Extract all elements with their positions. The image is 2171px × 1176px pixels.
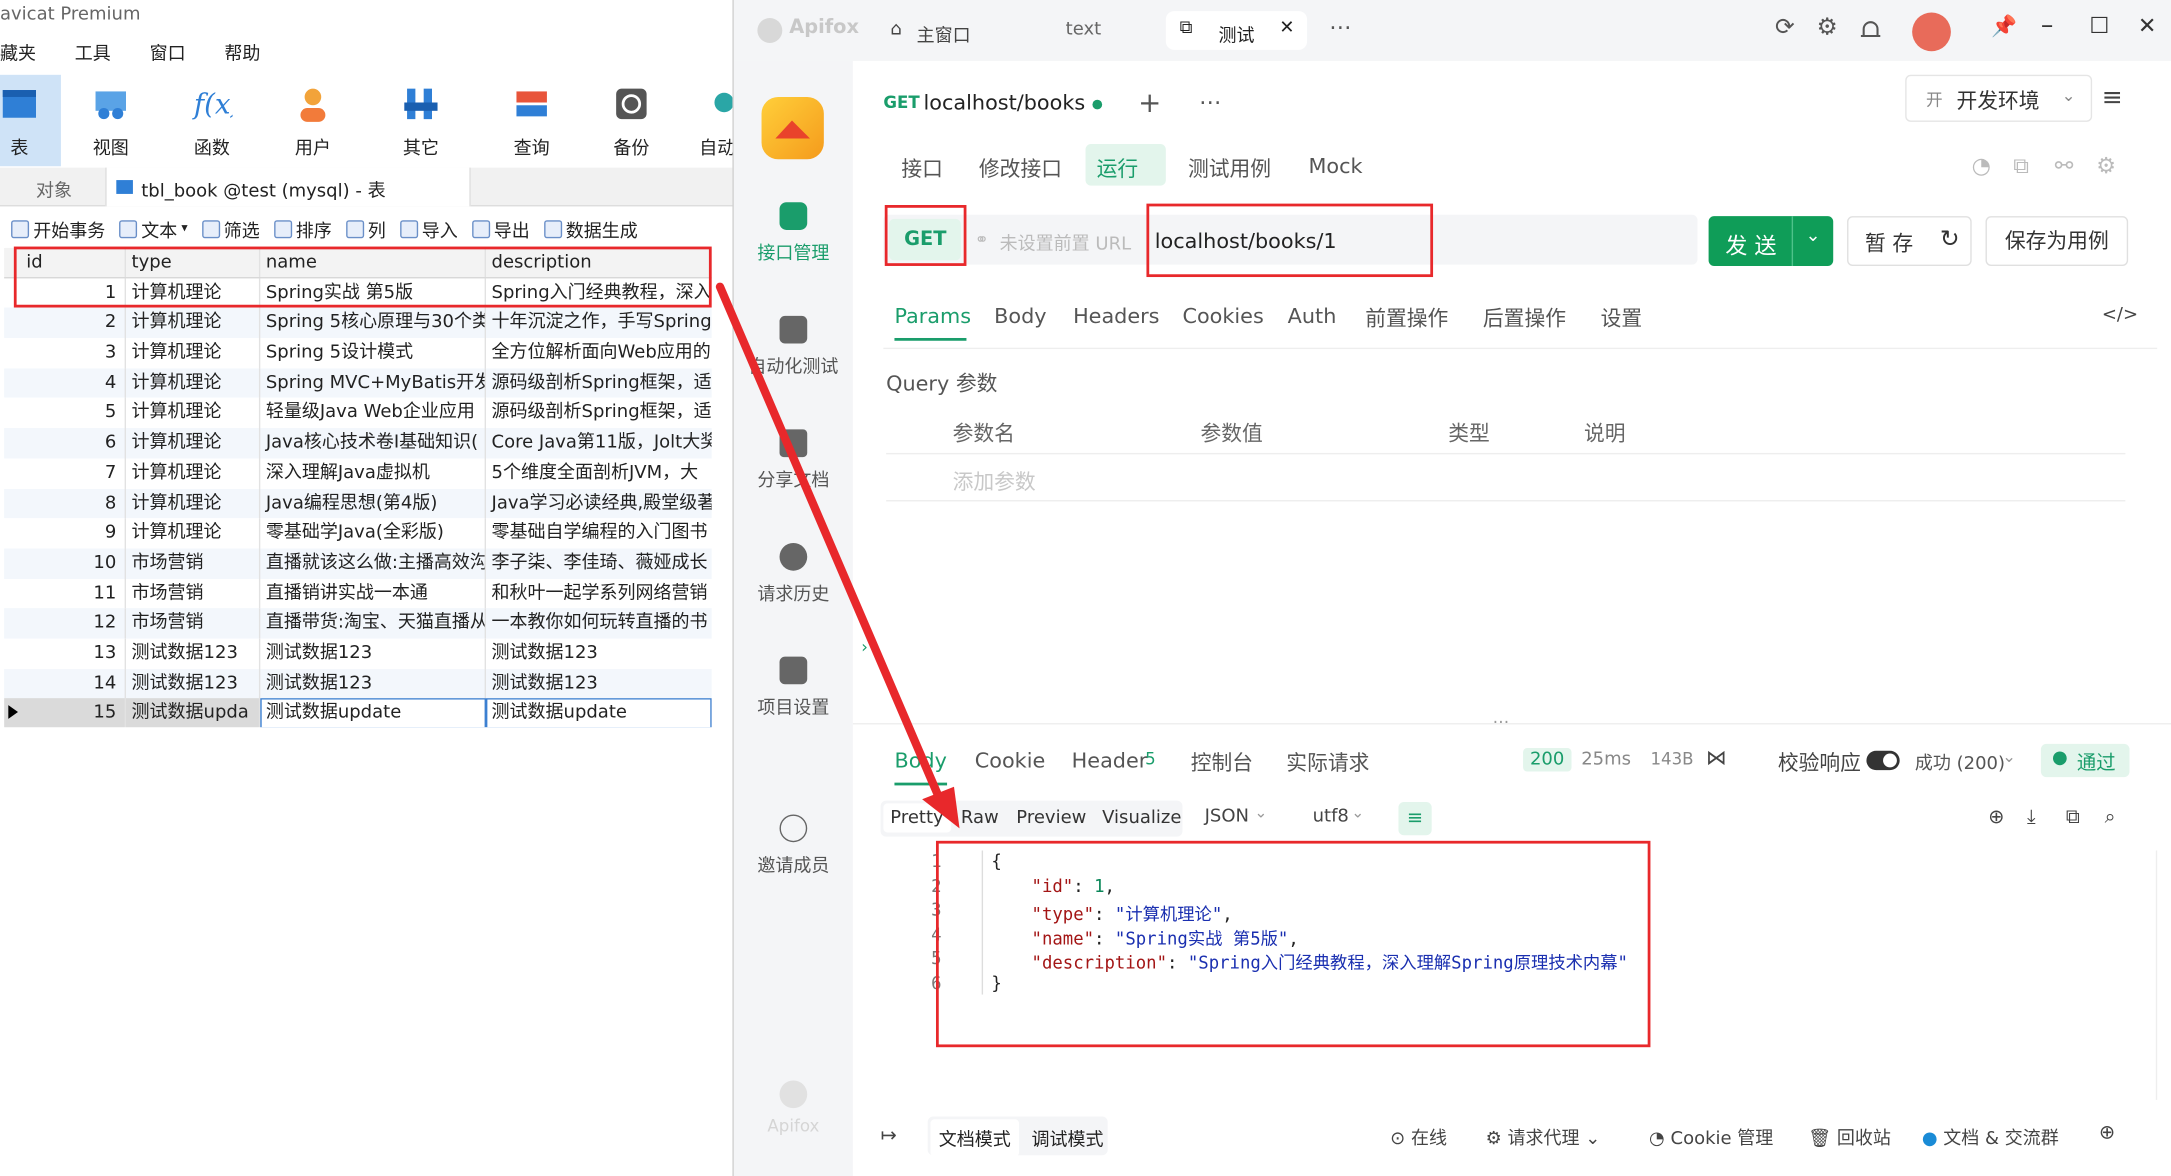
annotation-arrow — [715, 282, 960, 829]
